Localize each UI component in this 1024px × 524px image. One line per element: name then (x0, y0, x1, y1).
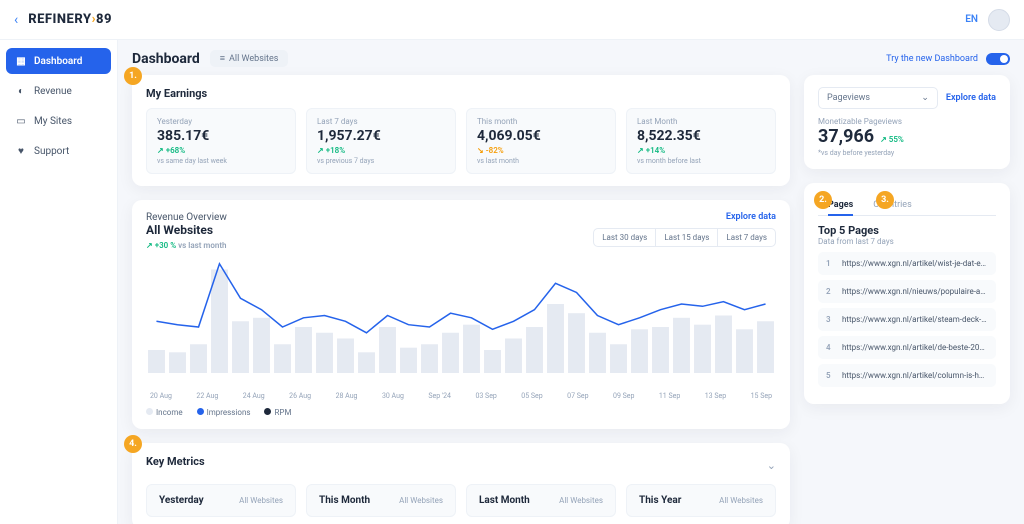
back-icon[interactable]: ‹ (14, 12, 18, 28)
revenue-trend-sub: vs last month (178, 241, 226, 250)
nav-support[interactable]: ♥ Support (6, 138, 111, 164)
top-pages-card: 2. Pages 3. Countries Top 5 Pages Data f… (804, 183, 1010, 404)
legend-rpm[interactable]: RPM (264, 408, 291, 417)
x-tick: 30 Aug (382, 392, 404, 400)
try-new-toggle[interactable] (986, 53, 1010, 65)
pageviews-explore-link[interactable]: Explore data (946, 93, 996, 103)
callout-4: 4. (124, 435, 142, 453)
key-metrics-card: 4. Key Metrics ⌄ YesterdayAll WebsitesTh… (132, 443, 790, 524)
chevron-down-icon[interactable]: ⌄ (767, 459, 776, 472)
pageviews-card: Pageviews ⌄ Explore data Monetizable Pag… (804, 75, 1010, 169)
earning-cell: This month4,069.05€↘ -82%vs last month (466, 108, 616, 174)
metric-cell[interactable]: This YearAll Websites (626, 484, 776, 517)
callout-2: 2. (814, 191, 832, 209)
range-pill[interactable]: Last 30 days (594, 229, 655, 246)
page-row[interactable]: 1https://www.xgn.nl/artikel/wist-je-dat-… (818, 252, 996, 275)
nav-revenue[interactable]: ◐ Revenue (6, 78, 111, 104)
earning-cell: Yesterday385.17€↗ +68%vs same day last w… (146, 108, 296, 174)
x-tick: 20 Aug (150, 392, 172, 400)
x-tick: 15 Sep (751, 392, 772, 400)
page-row[interactable]: 4https://www.xgn.nl/artikel/de-beste-202… (818, 336, 996, 359)
earnings-title: My Earnings (146, 87, 776, 100)
x-tick: 28 Aug (336, 392, 358, 400)
callout-3: 3. (876, 191, 894, 209)
earning-cell: Last Month8,522.35€↗ +14%vs month before… (626, 108, 776, 174)
key-metrics-title: Key Metrics (146, 455, 205, 468)
page-row[interactable]: 3https://www.xgn.nl/artikel/steam-deck-n… (818, 308, 996, 331)
x-tick: 13 Sep (705, 392, 726, 400)
try-new-link[interactable]: Try the new Dashboard (886, 54, 978, 64)
filter-chip[interactable]: ≡ All Websites (210, 50, 289, 67)
chevron-down-icon: ⌄ (921, 93, 929, 103)
legend-impressions[interactable]: Impressions (197, 408, 251, 417)
pageviews-value: 37,966 (818, 126, 874, 147)
support-icon: ♥ (15, 145, 27, 157)
x-tick: 03 Sep (475, 392, 496, 400)
pageviews-sub: *vs day before yesterday (818, 149, 996, 157)
earning-cell: Last 7 days1,957.27€↗ +18%vs previous 7 … (306, 108, 456, 174)
x-tick: 24 Aug (243, 392, 265, 400)
nav-label: My Sites (34, 116, 72, 127)
top-pages-sub: Data from last 7 days (818, 237, 996, 246)
x-tick: Sep '24 (428, 392, 451, 400)
page-row[interactable]: 5https://www.xgn.nl/artikel/column-is-he… (818, 364, 996, 387)
metric-select[interactable]: Pageviews ⌄ (818, 87, 938, 109)
brand-logo: REFINERY›89 (28, 12, 112, 27)
x-tick: 05 Sep (521, 392, 542, 400)
metric-cell[interactable]: This MonthAll Websites (306, 484, 456, 517)
x-tick: 26 Aug (289, 392, 311, 400)
avatar[interactable] (988, 9, 1010, 31)
revenue-title: Revenue Overview (146, 212, 227, 223)
dashboard-icon: ▦ (15, 55, 27, 67)
x-tick: 22 Aug (196, 392, 218, 400)
language-selector[interactable]: EN (965, 14, 978, 25)
revenue-icon: ◐ (15, 85, 27, 97)
callout-1: 1. (124, 67, 142, 85)
range-pill[interactable]: Last 15 days (655, 229, 717, 246)
sites-icon: ▭ (15, 115, 27, 127)
filter-icon: ≡ (220, 53, 225, 64)
trend-up-icon: ↗ (146, 241, 153, 250)
pageviews-delta: ↗ 55% (880, 135, 904, 144)
legend-income[interactable]: Income (146, 408, 183, 417)
nav-label: Support (34, 146, 69, 157)
revenue-chart (146, 258, 776, 388)
nav-label: Dashboard (34, 56, 82, 67)
page-row[interactable]: 2https://www.xgn.nl/nieuws/populaire-ani… (818, 280, 996, 303)
revenue-trend: +30 % (155, 241, 176, 250)
nav-my-sites[interactable]: ▭ My Sites (6, 108, 111, 134)
sidebar: ▦ Dashboard ◐ Revenue ▭ My Sites ♥ Suppo… (0, 40, 118, 524)
pageviews-label: Monetizable Pageviews (818, 117, 996, 126)
metric-cell[interactable]: YesterdayAll Websites (146, 484, 296, 517)
x-tick: 11 Sep (659, 392, 680, 400)
revenue-subtitle: All Websites (146, 223, 227, 237)
range-pill[interactable]: Last 7 days (717, 229, 775, 246)
revenue-card: Revenue Overview All Websites ↗ +30 % vs… (132, 200, 790, 429)
metric-cell[interactable]: Last MonthAll Websites (466, 484, 616, 517)
nav-label: Revenue (34, 86, 72, 97)
nav-dashboard[interactable]: ▦ Dashboard (6, 48, 111, 74)
x-tick: 09 Sep (613, 392, 634, 400)
top-pages-title: Top 5 Pages (818, 224, 996, 237)
earnings-card: 1. My Earnings Yesterday385.17€↗ +68%vs … (132, 75, 790, 186)
page-title: Dashboard (132, 51, 200, 67)
revenue-explore-link[interactable]: Explore data (593, 212, 776, 222)
x-tick: 07 Sep (567, 392, 588, 400)
